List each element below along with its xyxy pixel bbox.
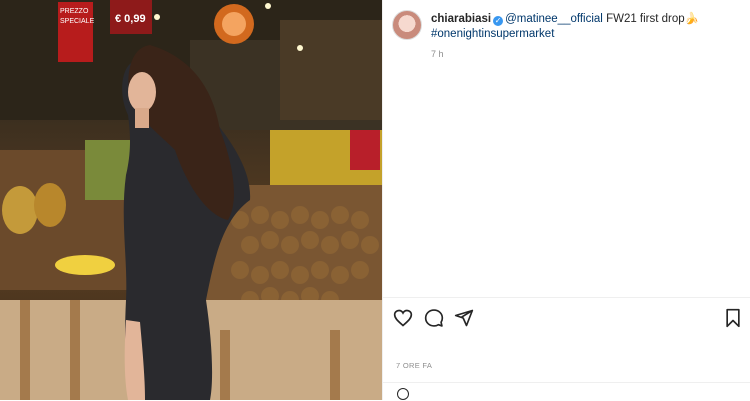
post-date: 7 ORE FA — [396, 361, 433, 370]
post-caption: chiarabiasi ✓ @matinee__official FW21 firs… — [431, 12, 731, 42]
mention-link[interactable]: @matinee__official — [505, 13, 603, 25]
caption-text: FW21 first drop — [602, 13, 685, 25]
username-link[interactable]: chiarabiasi — [431, 13, 491, 25]
svg-text:SPECIALE: SPECIALE — [60, 18, 95, 25]
verified-badge-icon: ✓ — [493, 16, 504, 26]
hashtag-link[interactable]: #onenightinsupermarket — [431, 28, 554, 40]
supermarket-photo: € 0,99 PREZZO SPECIALE — [0, 0, 382, 400]
svg-text:€ 0,99: € 0,99 — [115, 13, 146, 25]
share-icon[interactable] — [454, 308, 474, 328]
action-bar — [383, 297, 750, 340]
post-image[interactable]: € 0,99 PREZZO SPECIALE — [0, 0, 382, 400]
heart-icon[interactable] — [393, 308, 413, 328]
comment-icon[interactable] — [424, 308, 444, 328]
caption-emoji: 🍌 — [684, 13, 700, 25]
avatar[interactable] — [392, 10, 422, 40]
caption-timestamp: 7 h — [431, 49, 444, 59]
post-header: chiarabiasi ✓ @matinee__official FW21 firs… — [383, 0, 750, 76]
post-panel: chiarabiasi ✓ @matinee__official FW21 firs… — [382, 0, 750, 400]
emoji-icon[interactable] — [397, 388, 409, 400]
bookmark-icon[interactable] — [723, 308, 743, 328]
add-comment-bar[interactable] — [383, 382, 750, 401]
svg-text:PREZZO: PREZZO — [60, 8, 89, 15]
